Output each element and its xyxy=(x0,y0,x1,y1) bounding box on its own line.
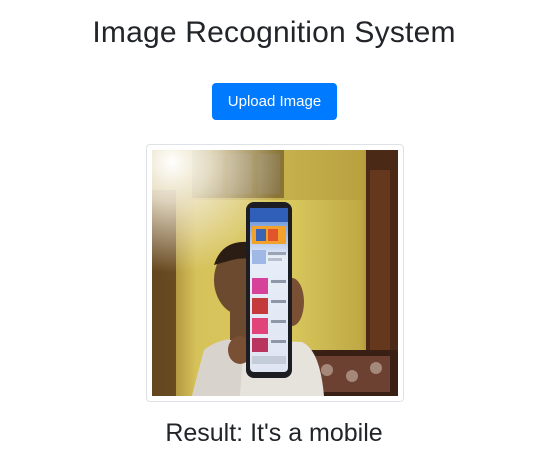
page: Image Recognition System Upload Image Re… xyxy=(0,0,548,465)
page-title: Image Recognition System xyxy=(92,16,456,49)
uploaded-photo xyxy=(152,150,398,396)
result-text: Result: It's a mobile xyxy=(0,417,548,449)
uploaded-image-preview xyxy=(146,144,404,402)
result-value: It's a mobile xyxy=(250,419,383,447)
upload-image-button[interactable]: Upload Image xyxy=(212,83,337,120)
result-label: Result: xyxy=(165,419,251,447)
